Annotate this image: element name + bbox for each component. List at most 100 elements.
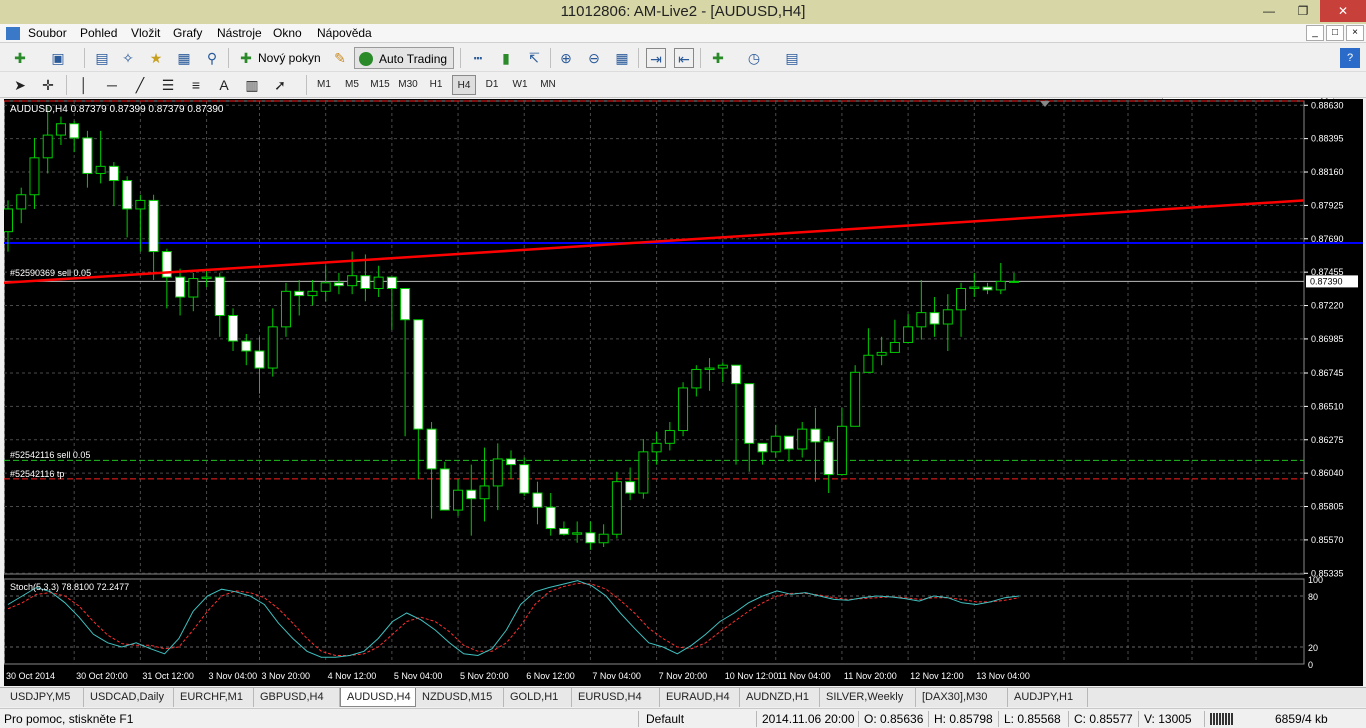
timeframe-mn[interactable]: MN [536, 75, 560, 95]
chart-tab-dax30-m30[interactable]: [DAX30],M30 [916, 688, 1008, 707]
order-label-52542116-tp[interactable]: #52542116 tp [10, 469, 64, 479]
time-axis: 30 Oct 2014 30 Oct 20:00 31 Oct 12:00 3 Nov… [6, 671, 1030, 681]
periods-icon[interactable]: ◷ [744, 48, 764, 68]
candle-bull [903, 326, 914, 343]
menu-view[interactable]: Pohled [80, 26, 117, 40]
candle-bull [55, 123, 66, 136]
menu-insert[interactable]: Vložit [131, 26, 160, 40]
equidistant-channel-icon[interactable]: ☰ [158, 75, 178, 95]
candle-bear [413, 319, 424, 430]
zoom-out-icon[interactable]: ⊖ [584, 48, 604, 68]
timeframe-h4[interactable]: H4 [452, 75, 476, 95]
chart-tab-eurchf-m1[interactable]: EURCHF,M1 [174, 688, 254, 707]
candle-bull [492, 458, 503, 487]
arrows-icon[interactable]: ➚ [270, 75, 290, 95]
candle-bear [783, 435, 794, 450]
zoom-in-icon[interactable]: ⊕ [556, 48, 576, 68]
tile-windows-icon[interactable]: ▦ [612, 48, 632, 68]
new-order-icon[interactable]: ✚ [236, 48, 256, 68]
chart-tab-usdcad-daily[interactable]: USDCAD,Daily [84, 688, 174, 707]
text-icon[interactable]: A [214, 75, 234, 95]
candle-bear [241, 340, 252, 352]
chart-window[interactable]: 0.87390 0.88630 0.88395 0.88160 0.87925 0.87… [3, 99, 1363, 686]
minimize-button[interactable]: — [1254, 0, 1284, 22]
menu-charts[interactable]: Grafy [173, 26, 202, 40]
chart-tab-euraud-h4[interactable]: EURAUD,H4 [660, 688, 740, 707]
line-chart-icon[interactable]: ↸ [524, 48, 544, 68]
chart-tab-audnzd-h1[interactable]: AUDNZD,H1 [740, 688, 820, 707]
candle-bull [42, 134, 53, 159]
timeframe-m5[interactable]: M5 [340, 75, 364, 95]
mdi-restore-button[interactable]: □ [1326, 25, 1344, 41]
line-studies-toolbar: ➤ ✛ │ ─ ╱ ☰ ≡ A ▥ ➚ M1 M5 M15 M30 H1 H4 … [0, 72, 1366, 98]
candle-bear [122, 180, 133, 210]
profiles-icon[interactable]: ▣ [48, 48, 68, 68]
timeframe-m30[interactable]: M30 [396, 75, 420, 95]
chart-tab-audusd-h4[interactable]: AUDUSD,H4 [340, 688, 416, 707]
price-label: 0.86745 [1311, 368, 1344, 378]
chart-tab-silver-weekly[interactable]: SILVER,Weekly [820, 688, 916, 707]
price-chart[interactable]: 0.87390 0.88630 0.88395 0.88160 0.87925 0.87… [3, 99, 1363, 686]
chart-tab-audjpy-h1[interactable]: AUDJPY,H1 [1008, 688, 1088, 707]
menu-tools[interactable]: Nástroje [217, 26, 262, 40]
crosshair-icon[interactable]: ✛ [38, 75, 58, 95]
chart-shift-icon[interactable]: ⇤ [674, 48, 694, 68]
window-title: 11012806: AM-Live2 - [AUDUSD,H4] [560, 3, 806, 20]
auto-trading-button[interactable]: Auto Trading [354, 47, 455, 69]
auto-scroll-icon[interactable]: ⇥ [646, 48, 666, 68]
vertical-line-icon[interactable]: │ [74, 75, 94, 95]
connection-icon[interactable] [1210, 713, 1234, 725]
time-label: 4 Nov 12:00 [328, 671, 377, 681]
chart-grid [3, 100, 1305, 665]
chart-tab-eurusd-h4[interactable]: EURUSD,H4 [572, 688, 660, 707]
candle-bear [532, 492, 543, 508]
chart-tab-gbpusd-h4[interactable]: GBPUSD,H4 [254, 688, 340, 707]
timeframe-m15[interactable]: M15 [368, 75, 392, 95]
mdi-close-button[interactable]: × [1346, 25, 1364, 41]
terminal-icon[interactable]: ▦ [174, 48, 194, 68]
current-price-label: 0.87390 [1310, 276, 1343, 286]
candle-bull [797, 428, 808, 450]
timeframe-d1[interactable]: D1 [480, 75, 504, 95]
chart-tab-nzdusd-m15[interactable]: NZDUSD,M15 [416, 688, 504, 707]
data-window-icon[interactable]: ✧ [118, 48, 138, 68]
candle-bull [850, 371, 861, 427]
cursor-icon[interactable]: ➤ [10, 75, 30, 95]
candlesticks-icon[interactable]: ▮ [496, 48, 516, 68]
trendline-red [3, 199, 1305, 285]
chart-tab-usdjpy-m5[interactable]: USDJPY,M5 [4, 688, 84, 707]
order-label-52590369[interactable]: #52590369 sell 0.05 [10, 268, 91, 278]
strategy-tester-icon[interactable]: ⚲ [202, 48, 222, 68]
horizontal-line-icon[interactable]: ─ [102, 75, 122, 95]
text-label-icon[interactable]: ▥ [242, 75, 262, 95]
fibonacci-icon[interactable]: ≡ [186, 75, 206, 95]
time-label: 30 Oct 20:00 [76, 671, 128, 681]
candle-bear [69, 123, 80, 139]
templates-icon[interactable]: ▤ [782, 48, 802, 68]
timeframe-w1[interactable]: W1 [508, 75, 532, 95]
menu-file[interactable]: Soubor [28, 26, 67, 40]
timeframe-h1[interactable]: H1 [424, 75, 448, 95]
mdi-minimize-button[interactable]: _ [1306, 25, 1324, 41]
restore-button[interactable]: ❐ [1288, 0, 1318, 22]
help-icon[interactable]: ? [1340, 48, 1360, 68]
indicators-icon[interactable]: ✚ [708, 48, 728, 68]
metaeditor-icon[interactable]: ✎ [330, 48, 350, 68]
bar-chart-icon[interactable]: ┅ [468, 48, 488, 68]
navigator-icon[interactable]: ★ [146, 48, 166, 68]
candle-bear [506, 458, 516, 466]
menu-window[interactable]: Okno [273, 26, 302, 40]
close-button[interactable]: ✕ [1320, 0, 1366, 22]
new-chart-icon[interactable]: ✚ [10, 48, 30, 68]
candle-bear [228, 314, 239, 342]
status-help: Pro pomoc, stiskněte F1 [4, 712, 134, 726]
timeframe-m1[interactable]: M1 [312, 75, 336, 95]
candle-bull [863, 354, 874, 373]
new-order-button[interactable]: Nový pokyn [258, 47, 321, 69]
order-label-52542116-sell[interactable]: #52542116 sell 0.05 [10, 450, 90, 460]
trendline-icon[interactable]: ╱ [130, 75, 150, 95]
menu-help[interactable]: Nápověda [317, 26, 372, 40]
candle-bear [360, 275, 371, 289]
chart-tab-gold-h1[interactable]: GOLD,H1 [504, 688, 572, 707]
market-watch-icon[interactable]: ▤ [92, 48, 112, 68]
